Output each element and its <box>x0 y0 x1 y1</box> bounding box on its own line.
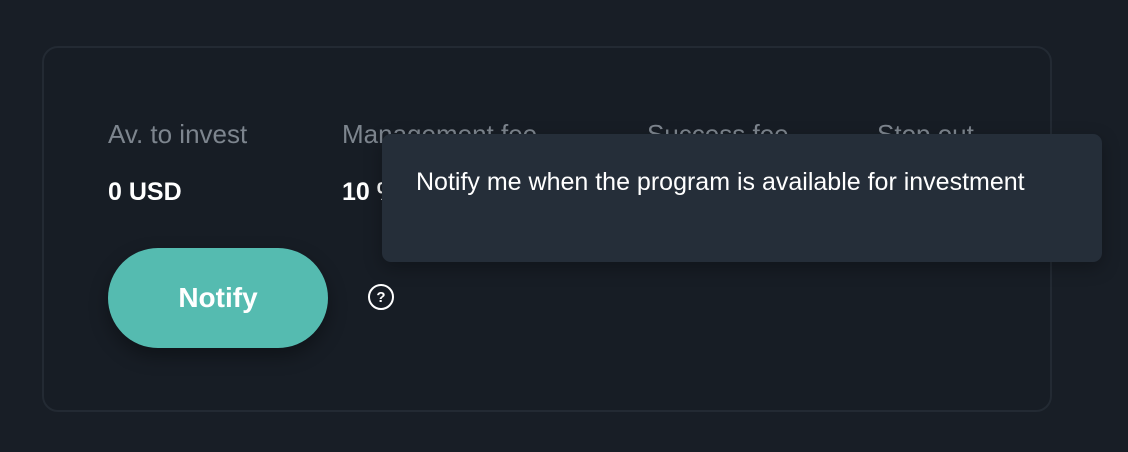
stat-available-to-invest: Av. to invest 0 USD <box>108 118 247 208</box>
notify-button[interactable]: Notify <box>108 248 328 348</box>
stat-label: Av. to invest <box>108 119 248 149</box>
help-question-icon[interactable]: ? <box>368 284 394 310</box>
stat-value: 0 USD <box>108 178 182 206</box>
tooltip-text: Notify me when the program is available … <box>416 168 1025 196</box>
notify-tooltip: Notify me when the program is available … <box>382 134 1102 262</box>
